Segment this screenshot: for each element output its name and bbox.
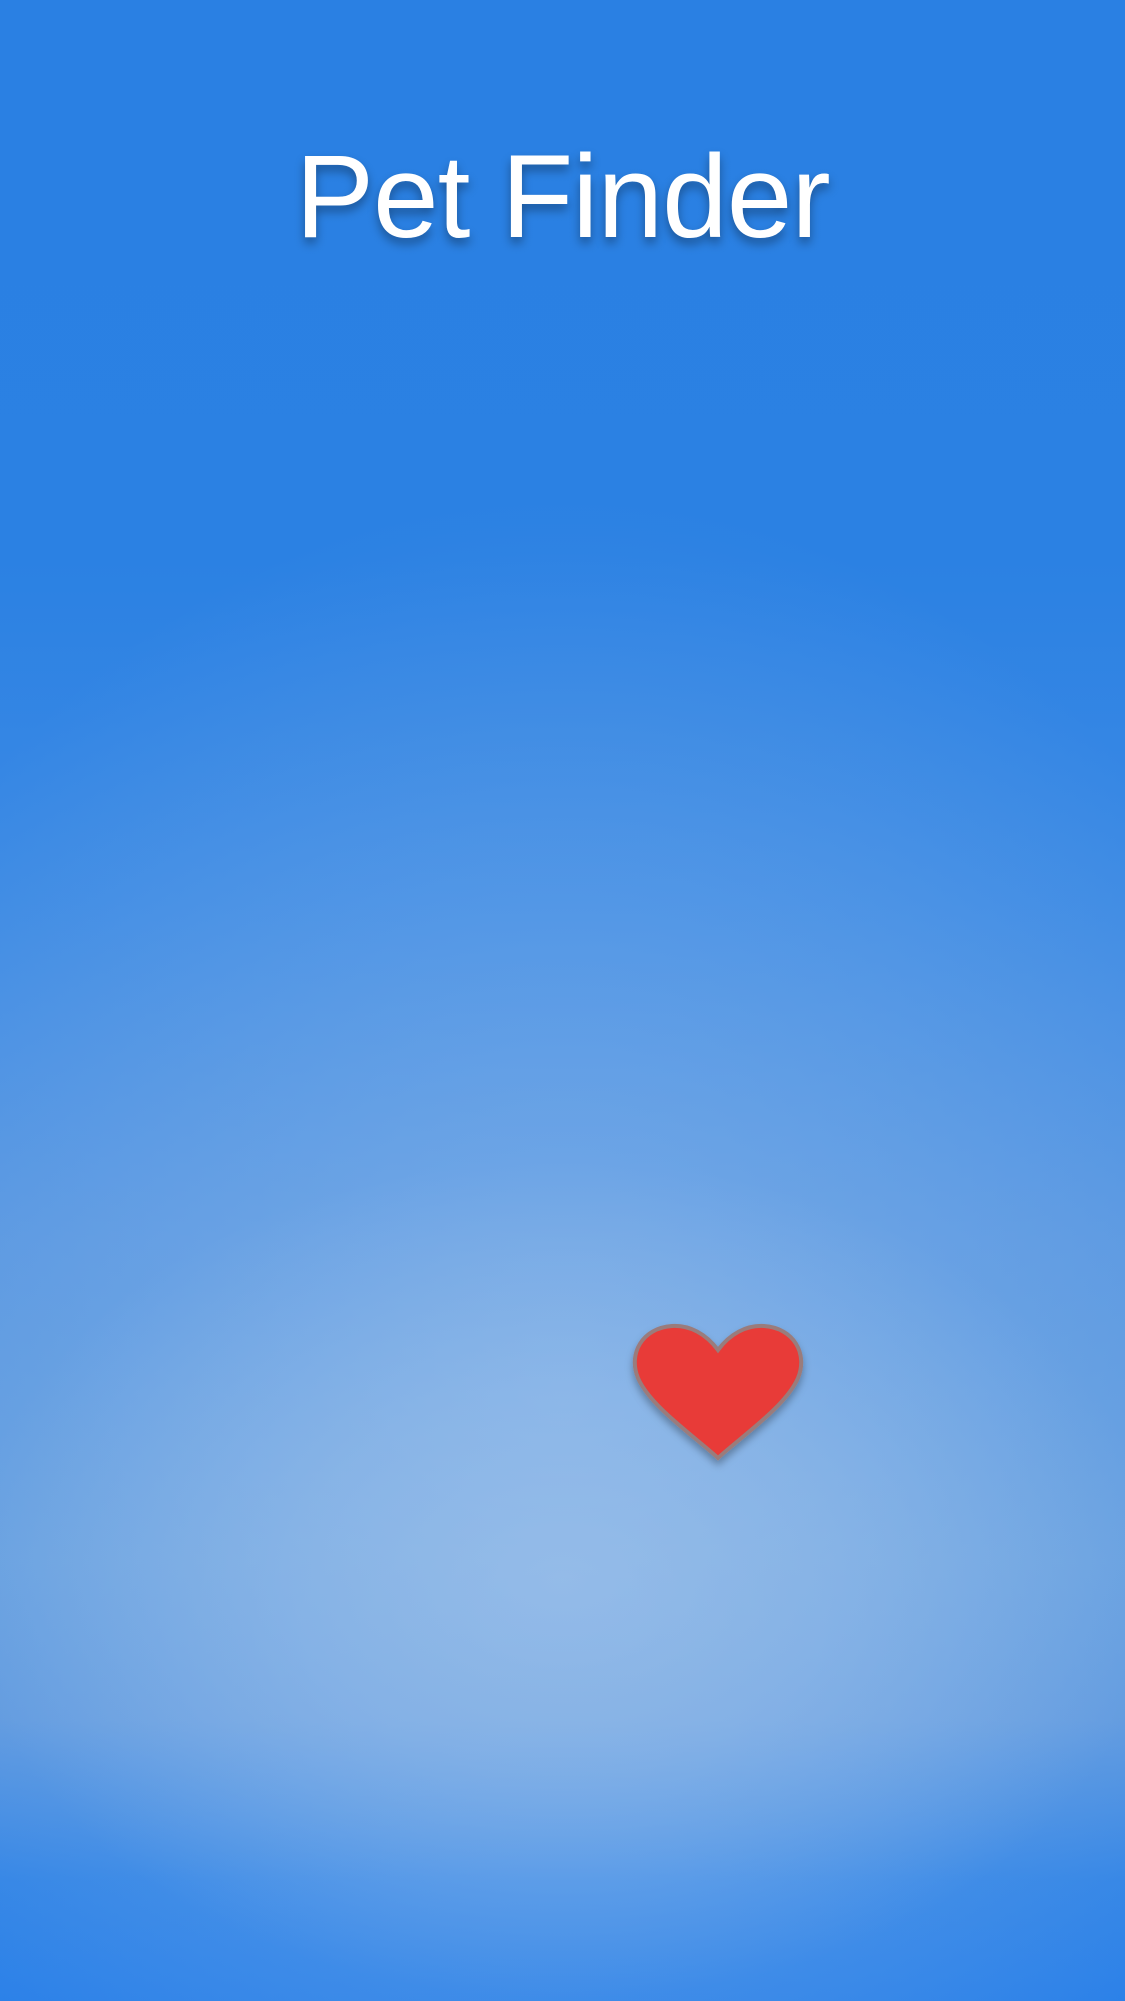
app-title: Pet Finder xyxy=(295,131,830,263)
heart-icon xyxy=(632,1323,804,1461)
splash-screen: Pet Finder xyxy=(0,0,1125,2001)
favorite-button[interactable] xyxy=(630,1320,806,1466)
